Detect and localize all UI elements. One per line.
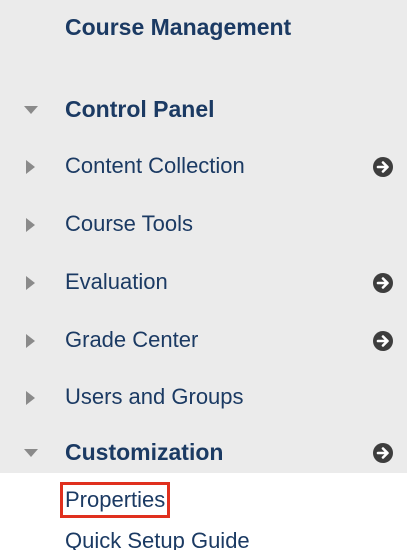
triangle-down-icon[interactable] [22, 101, 40, 119]
menu-item-label[interactable]: Evaluation [65, 269, 168, 295]
triangle-right-icon[interactable] [22, 389, 40, 407]
menu-item-label[interactable]: Content Collection [65, 153, 245, 179]
go-arrow-icon[interactable] [372, 156, 394, 178]
triangle-right-icon[interactable] [22, 332, 40, 350]
go-arrow-icon[interactable] [372, 442, 394, 464]
triangle-right-icon[interactable] [22, 158, 40, 176]
triangle-right-icon[interactable] [22, 216, 40, 234]
menu-item-control-panel[interactable]: Control Panel [0, 90, 407, 130]
menu-item-grade-center[interactable]: Grade Center [0, 321, 407, 361]
menu-item-label[interactable]: Users and Groups [65, 384, 244, 410]
menu-item-label[interactable]: Customization [65, 439, 223, 466]
go-arrow-icon[interactable] [372, 330, 394, 352]
triangle-down-icon[interactable] [22, 444, 40, 462]
submenu-link-quick-setup-guide[interactable]: Quick Setup Guide [65, 528, 250, 550]
course-management-panel: Course Management Control Panel Content … [0, 0, 407, 473]
course-management-title: Course Management [65, 14, 292, 40]
customization-submenu: Properties Quick Setup Guide [0, 473, 407, 550]
menu-item-content-collection[interactable]: Content Collection [0, 147, 407, 187]
menu-item-evaluation[interactable]: Evaluation [0, 263, 407, 303]
submenu-link-properties[interactable]: Properties [59, 482, 171, 518]
menu-item-users-and-groups[interactable]: Users and Groups [0, 378, 407, 418]
menu-item-customization[interactable]: Customization [0, 433, 407, 473]
go-arrow-icon[interactable] [372, 272, 394, 294]
menu-item-label[interactable]: Control Panel [65, 96, 215, 123]
menu-item-label[interactable]: Grade Center [65, 327, 198, 353]
menu-item-label[interactable]: Course Tools [65, 211, 193, 237]
menu-item-course-tools[interactable]: Course Tools [0, 205, 407, 245]
triangle-right-icon[interactable] [22, 274, 40, 292]
